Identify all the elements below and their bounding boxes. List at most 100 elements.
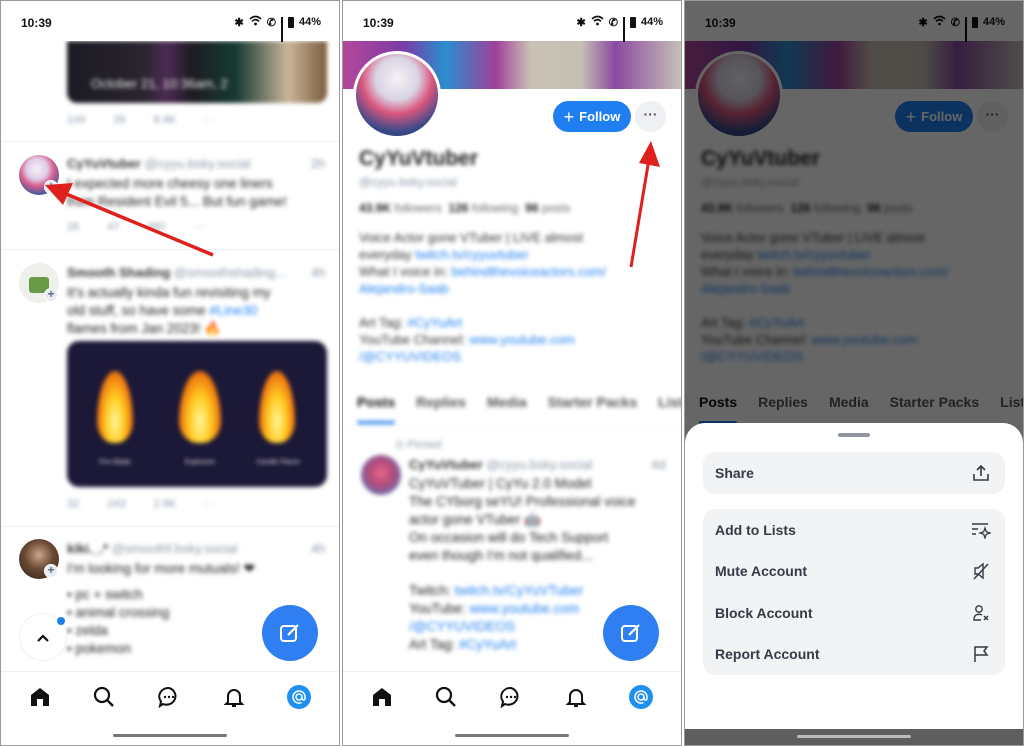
nav-search[interactable]: [431, 682, 461, 712]
compose-button[interactable]: [603, 605, 659, 661]
image-caption: Fire Blade: [99, 459, 131, 466]
follow-label: Follow: [579, 109, 621, 124]
hashtag-link[interactable]: #Line30: [209, 303, 257, 318]
profile-avatar[interactable]: [353, 51, 441, 139]
menu-item-block-account[interactable]: Block Account: [703, 592, 1005, 634]
repost-count[interactable]: 26: [113, 114, 125, 126]
post-text: CyYuVTuber | CyYu 2.0 Model The CYborg s…: [409, 475, 636, 654]
post-author[interactable]: CyYuVtuber: [409, 457, 483, 472]
profile-avatar-icon: [287, 685, 311, 709]
tab-media[interactable]: Media: [487, 391, 527, 426]
post-line: flames from Jan 2023! 🔥: [67, 321, 222, 336]
home-icon: [373, 688, 391, 706]
flame-illustration: [259, 371, 295, 443]
like-count[interactable]: 982: [148, 221, 166, 233]
post-author[interactable]: Smooth Shading: [67, 265, 170, 280]
follow-plus-badge[interactable]: +: [44, 288, 58, 302]
bio-link[interactable]: twitch.tv/cyyuvtuber: [415, 247, 528, 262]
status-time: 10:39: [363, 16, 394, 30]
post-line: from Resident Evil 5... But fun game!: [67, 194, 287, 209]
profile-screen: 10:39 ✱ ✆ 44% + Follow ··· CyYuVtuber @c…: [342, 0, 682, 746]
post-line: CyYuVTuber | CyYu 2.0 Model: [409, 476, 592, 491]
like-count[interactable]: 8.4K: [154, 114, 177, 126]
battery-percent: 44%: [298, 16, 321, 28]
repost-count[interactable]: 243: [107, 498, 125, 510]
post-author[interactable]: CyYuVtuber: [67, 156, 141, 171]
reply-count[interactable]: 32: [67, 498, 79, 510]
chevron-up-icon: [37, 634, 49, 642]
reply-count[interactable]: 149: [67, 114, 85, 126]
post-text: It's actually kinda fun revisiting my ol…: [67, 284, 271, 338]
post-header: CyYuVtuber @cyyu.bsky.social: [409, 457, 592, 472]
bio-link[interactable]: Alejandro-Saab: [359, 281, 449, 296]
nav-home[interactable]: [367, 682, 397, 712]
follow-plus-badge[interactable]: +: [44, 180, 58, 194]
menu-item-add-to-lists[interactable]: Add to Lists: [703, 509, 1005, 551]
menu-item-report-account[interactable]: Report Account: [703, 634, 1005, 676]
followers-count[interactable]: 43.9K: [359, 201, 391, 215]
post-author[interactable]: kiki._.*: [67, 541, 108, 556]
battery-icon: [287, 16, 294, 28]
reply-count[interactable]: 26: [67, 221, 79, 233]
repost-count[interactable]: 47: [107, 221, 119, 233]
more-options[interactable]: ···: [194, 221, 205, 233]
tab-starter-packs[interactable]: Starter Packs: [548, 391, 638, 426]
flag-icon: [971, 644, 991, 664]
bio-link[interactable]: behindthevoiceactors.com/: [451, 264, 606, 279]
post-image[interactable]: Fire Blade Explosion Candle Flame: [67, 341, 327, 487]
chat-icon: [500, 686, 519, 709]
post-line: old stuff, so have some: [67, 303, 206, 318]
more-options-button[interactable]: ···: [635, 101, 666, 132]
wifi-calling-icon: ✆: [608, 16, 618, 29]
post-image[interactable]: [67, 41, 327, 103]
bio-link[interactable]: www.youtube.com: [469, 332, 575, 347]
bio-link[interactable]: /@CYYUVIDEOS: [359, 349, 461, 364]
tab-lists[interactable]: Lists: [658, 391, 681, 426]
nav-chat[interactable]: [496, 682, 526, 712]
post-line: • animal crossing: [67, 605, 170, 620]
feed-screen: 10:39 ✱ ✆ 44% October 21, 10:36am, 2 149…: [0, 0, 340, 746]
post-link[interactable]: www.youtube.com: [470, 601, 580, 616]
divider: [1, 249, 339, 250]
post-text: I'm looking for more mutuals! ❤ • pc + s…: [67, 560, 255, 658]
mute-icon: [971, 561, 991, 581]
post-time: 2h: [311, 156, 326, 171]
profile-options-sheet: Share Add to Lists Mute Account Block Ac…: [685, 423, 1023, 729]
menu-item-mute-account[interactable]: Mute Account: [703, 551, 1005, 593]
block-user-icon: [971, 603, 991, 623]
nav-home[interactable]: [25, 682, 55, 712]
post-handle: @smoothshading...: [173, 265, 287, 280]
more-options[interactable]: ···: [204, 498, 215, 510]
chat-icon: [158, 686, 177, 709]
nav-chat[interactable]: [154, 682, 184, 712]
post-time: 4h: [311, 265, 326, 280]
sheet-drag-handle[interactable]: [838, 433, 870, 437]
nav-notifications[interactable]: [561, 682, 591, 712]
profile-name: CyYuVtuber: [359, 147, 479, 170]
follow-plus-badge[interactable]: +: [44, 564, 58, 578]
avatar[interactable]: [361, 455, 401, 495]
post-header: kiki._.* @smoothf.bsky.social: [67, 541, 238, 556]
follow-button[interactable]: + Follow: [553, 101, 631, 132]
nav-profile[interactable]: [626, 682, 656, 712]
annotation-arrow: [629, 141, 660, 268]
home-indicator: [455, 734, 569, 737]
nav-search[interactable]: [89, 682, 119, 712]
post-link[interactable]: twitch.tv/CyYuVTuber: [455, 583, 584, 598]
menu-item-share[interactable]: Share: [703, 452, 1005, 494]
bio-link[interactable]: #CyYuArt: [407, 315, 462, 330]
more-options[interactable]: ···: [204, 114, 215, 126]
tab-replies[interactable]: Replies: [416, 391, 466, 426]
compose-button[interactable]: [262, 605, 318, 661]
like-count[interactable]: 2.9K: [154, 498, 177, 510]
home-indicator: [797, 735, 911, 738]
nav-profile[interactable]: [284, 682, 314, 712]
post-link[interactable]: /@CYYUVIDEOS: [409, 619, 515, 634]
post-line: even though I'm not qualified...: [409, 548, 593, 563]
post-link[interactable]: #CyYuArt: [459, 637, 516, 652]
bluetooth-icon: ✱: [234, 16, 244, 29]
following-count[interactable]: 126: [448, 201, 468, 215]
nav-notifications[interactable]: [219, 682, 249, 712]
tab-posts[interactable]: Posts: [357, 391, 396, 426]
home-icon: [31, 688, 49, 706]
